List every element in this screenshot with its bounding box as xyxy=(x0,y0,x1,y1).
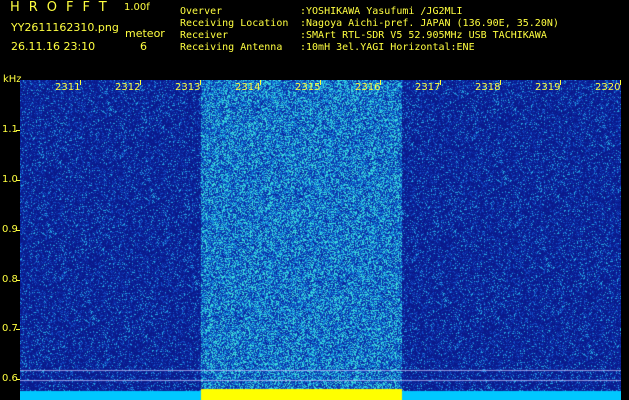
x-tick-label: 2315 xyxy=(295,82,321,93)
meteor-label: meteor xyxy=(125,27,165,40)
x-tick-label: 2319 xyxy=(535,82,561,93)
y-axis-unit: kHz xyxy=(3,74,22,85)
x-tick-mark xyxy=(140,80,141,85)
spectrogram-canvas xyxy=(20,80,621,400)
info-key: Overver xyxy=(180,6,223,17)
info-key: Receiver xyxy=(180,30,229,41)
x-tick-mark xyxy=(500,80,501,85)
x-tick-mark xyxy=(560,80,561,85)
info-row-observer: Overver :YOSHIKAWA Yasufumi /JG2MLI xyxy=(180,6,559,18)
x-tick-mark xyxy=(440,80,441,85)
x-tick-label: 2312 xyxy=(115,82,141,93)
filename-label: YY2611162310.png xyxy=(11,21,119,34)
info-value: :10mH 3el.YAGI Horizontal:ENE xyxy=(300,42,475,53)
info-row-location: Receiving Location :Nagoya Aichi-pref. JA… xyxy=(180,18,559,30)
x-tick-label: 2317 xyxy=(415,82,441,93)
datetime-label: 26.11.16 23:10 xyxy=(11,40,96,53)
app-title: HROFFT xyxy=(10,0,116,15)
spectrogram-plot xyxy=(20,80,621,400)
x-tick-label: 2313 xyxy=(175,82,201,93)
x-tick-mark xyxy=(380,80,381,85)
x-tick-mark xyxy=(620,80,621,85)
version-label: 1.00f xyxy=(124,2,150,13)
info-key: Receiving Location xyxy=(180,18,289,29)
x-tick-mark xyxy=(200,80,201,85)
meteor-count: 6 xyxy=(140,40,147,53)
x-tick-label: 2311 xyxy=(55,82,81,93)
info-value: :YOSHIKAWA Yasufumi /JG2MLI xyxy=(300,6,463,17)
x-tick-label: 2314 xyxy=(235,82,261,93)
x-tick-label: 2318 xyxy=(475,82,501,93)
info-row-antenna: Receiving Antenna :10mH 3el.YAGI Horizont… xyxy=(180,42,559,54)
x-tick-mark xyxy=(320,80,321,85)
x-tick-mark xyxy=(80,80,81,85)
info-value: :SMArt RTL-SDR V5 52.905MHz USB TACHIKAW… xyxy=(300,30,547,41)
info-value: :Nagoya Aichi-pref. JAPAN (136.90E, 35.2… xyxy=(300,18,559,29)
info-row-receiver: Receiver :SMArt RTL-SDR V5 52.905MHz USB … xyxy=(180,30,559,42)
station-info: Overver :YOSHIKAWA Yasufumi /JG2MLI Recei… xyxy=(180,6,559,54)
x-tick-label: 2320 xyxy=(595,82,621,93)
x-tick-mark xyxy=(260,80,261,85)
x-tick-label: 2316 xyxy=(355,82,381,93)
info-key: Receiving Antenna xyxy=(180,42,283,53)
